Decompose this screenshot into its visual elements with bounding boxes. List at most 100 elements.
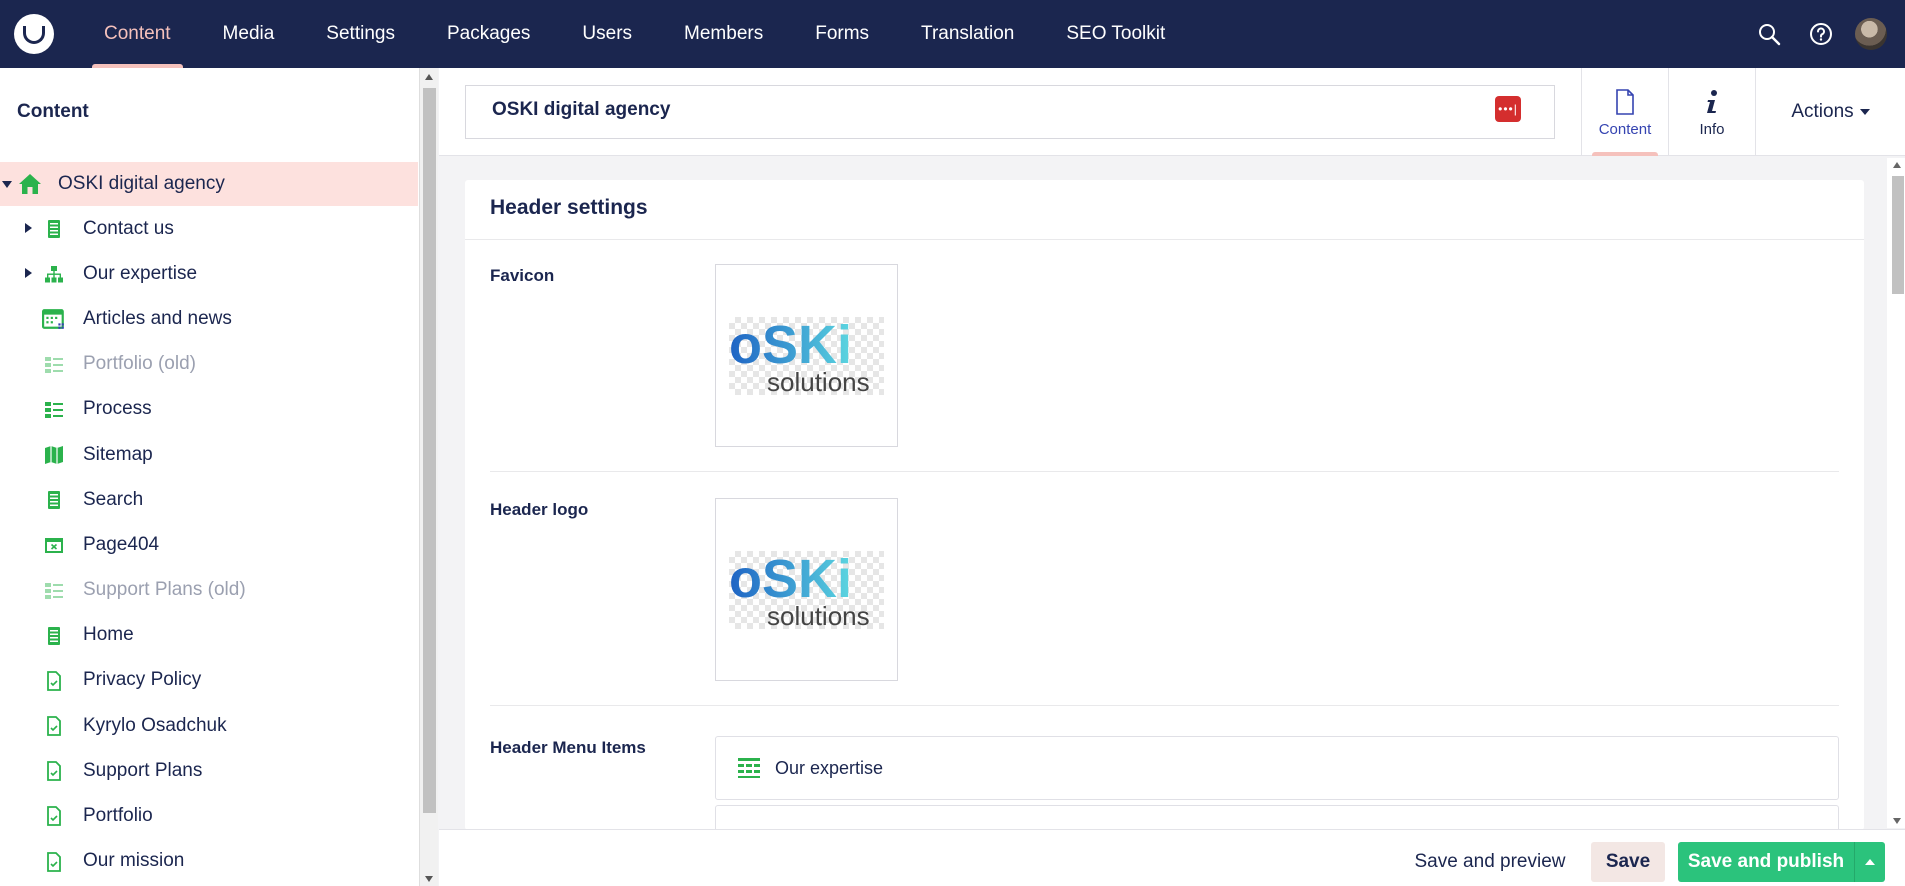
tree-item-label: Privacy Policy xyxy=(83,669,202,691)
calendar-icon xyxy=(42,309,64,330)
menu-item-partial[interactable] xyxy=(715,805,1839,830)
content-tree-sidebar: Content OSKI digital agency Contact us O… xyxy=(0,68,420,886)
caret-right-icon[interactable] xyxy=(25,223,32,233)
save-button[interactable]: Save xyxy=(1591,842,1665,882)
tree-item-label: Support Plans (old) xyxy=(83,579,246,601)
chevron-down-icon xyxy=(1859,109,1870,115)
tab-content-label: Content xyxy=(1598,120,1652,138)
tree-item-contact-us[interactable]: Contact us xyxy=(0,206,418,251)
favicon-media-picker[interactable]: oSKi solutions xyxy=(715,264,898,447)
file-icon xyxy=(47,851,61,872)
list-icon xyxy=(45,356,63,373)
divider xyxy=(490,471,1839,472)
actions-label: Actions xyxy=(1791,101,1854,122)
scroll-down-arrow-icon[interactable] xyxy=(1893,818,1901,824)
nav-packages[interactable]: Packages xyxy=(421,0,556,68)
grid-list-icon xyxy=(738,758,760,778)
tree-item-portfolio[interactable]: Portfolio xyxy=(0,793,418,838)
main-scrollbar[interactable] xyxy=(1887,158,1905,828)
tree-item-search[interactable]: Search xyxy=(0,477,418,522)
tab-content[interactable]: Content xyxy=(1581,68,1668,156)
header-logo-image: oSKi solutions xyxy=(729,549,884,631)
tree-item-label: Home xyxy=(83,624,134,646)
content-tree: OSKI digital agency Contact us Our exper… xyxy=(0,162,418,884)
publish-options-button[interactable] xyxy=(1854,842,1885,882)
menu-item-our-expertise[interactable]: Our expertise xyxy=(715,736,1839,800)
nav-members[interactable]: Members xyxy=(658,0,789,68)
tree-item-our-expertise[interactable]: Our expertise xyxy=(0,251,418,296)
list-icon xyxy=(45,582,63,599)
search-icon[interactable] xyxy=(1743,0,1795,68)
file-icon xyxy=(47,761,61,782)
sidebar-scrollbar[interactable] xyxy=(419,68,438,886)
home-icon xyxy=(19,174,41,194)
tree-item-label: Portfolio xyxy=(83,805,153,827)
divider xyxy=(465,239,1864,240)
info-icon xyxy=(1707,89,1717,113)
tree-item-oski-digital-agency[interactable]: OSKI digital agency xyxy=(0,162,418,206)
file-icon xyxy=(47,716,61,736)
tree-item-kyrylo-osadchuk[interactable]: Kyrylo Osadchuk xyxy=(0,703,418,748)
header-logo-label: Header logo xyxy=(490,500,589,519)
save-and-preview-button[interactable]: Save and preview xyxy=(1410,842,1570,882)
save-and-publish-button[interactable]: Save and publish xyxy=(1678,842,1854,882)
editor-footer: Save and preview Save Save and publish xyxy=(439,829,1905,886)
tree-item-label: Contact us xyxy=(83,217,174,239)
scroll-down-arrow-icon[interactable] xyxy=(425,876,433,882)
sidebar-scroll-thumb[interactable] xyxy=(423,88,436,813)
tree-item-articles-and-news[interactable]: Articles and news xyxy=(0,296,418,341)
nav-users[interactable]: Users xyxy=(556,0,658,68)
tree-item-privacy-policy[interactable]: Privacy Policy xyxy=(0,658,418,703)
actions-dropdown[interactable]: Actions xyxy=(1755,68,1905,156)
scroll-up-arrow-icon[interactable] xyxy=(425,74,433,80)
menu-item-label: Our expertise xyxy=(775,757,884,778)
header-settings-panel: Header settings Favicon oSKi solutions H… xyxy=(465,180,1864,830)
nav-settings[interactable]: Settings xyxy=(300,0,421,68)
node-name-value: OSKI digital agency xyxy=(492,99,671,120)
tab-info[interactable]: Info xyxy=(1668,68,1755,156)
tree-item-label: Support Plans xyxy=(83,759,203,781)
caret-up-icon xyxy=(1865,859,1875,865)
tree-item-support-plans-old[interactable]: Support Plans (old) xyxy=(0,568,418,613)
caret-right-icon[interactable] xyxy=(25,268,32,279)
sitemap-icon xyxy=(45,266,63,283)
favicon-image: oSKi solutions xyxy=(729,315,884,397)
tree-item-label: Search xyxy=(83,488,144,510)
header-logo-media-picker[interactable]: oSKi solutions xyxy=(715,498,898,681)
editor-header: OSKI digital agency •••| Content Info Ac… xyxy=(439,68,1905,156)
nav-translation[interactable]: Translation xyxy=(895,0,1040,68)
tree-item-portfolio-old[interactable]: Portfolio (old) xyxy=(0,342,418,387)
panel-title: Header settings xyxy=(490,196,648,219)
tree-item-home[interactable]: Home xyxy=(0,613,418,658)
list-icon xyxy=(45,401,63,418)
nav-content[interactable]: Content xyxy=(78,0,197,68)
umbraco-logo[interactable] xyxy=(14,14,54,54)
main-scroll-thumb[interactable] xyxy=(1892,176,1904,294)
tree-item-support-plans[interactable]: Support Plans xyxy=(0,748,418,793)
document-icon xyxy=(48,220,60,238)
scroll-up-arrow-icon[interactable] xyxy=(1893,162,1901,168)
node-name-input[interactable]: OSKI digital agency •••| xyxy=(465,85,1555,139)
nav-seo-toolkit[interactable]: SEO Toolkit xyxy=(1040,0,1191,68)
help-icon[interactable] xyxy=(1795,0,1847,68)
caret-down-icon[interactable] xyxy=(2,181,12,188)
svg-text:solutions: solutions xyxy=(767,367,870,395)
tree-item-process[interactable]: Process xyxy=(0,387,418,432)
top-right-tools xyxy=(1743,0,1905,68)
header-menu-items-label: Header Menu Items xyxy=(490,738,646,757)
tree-item-label: Portfolio (old) xyxy=(83,353,196,375)
browser-window-icon xyxy=(45,538,63,554)
tree-item-label: Process xyxy=(83,398,152,420)
document-icon xyxy=(48,491,60,510)
tree-item-sitemap[interactable]: Sitemap xyxy=(0,432,418,477)
tree-item-our-mission[interactable]: Our mission xyxy=(0,839,418,884)
tree-item-page404[interactable]: Page404 xyxy=(0,522,418,567)
sidebar-title: Content xyxy=(17,101,89,122)
user-avatar[interactable] xyxy=(1855,18,1887,50)
section-nav: Content Media Settings Packages Users Me… xyxy=(78,0,1191,68)
nav-forms[interactable]: Forms xyxy=(789,0,895,68)
top-navigation-bar: Content Media Settings Packages Users Me… xyxy=(0,0,1905,68)
password-manager-icon[interactable]: •••| xyxy=(1495,96,1521,122)
nav-media[interactable]: Media xyxy=(197,0,301,68)
tree-item-label: Page404 xyxy=(83,533,160,555)
